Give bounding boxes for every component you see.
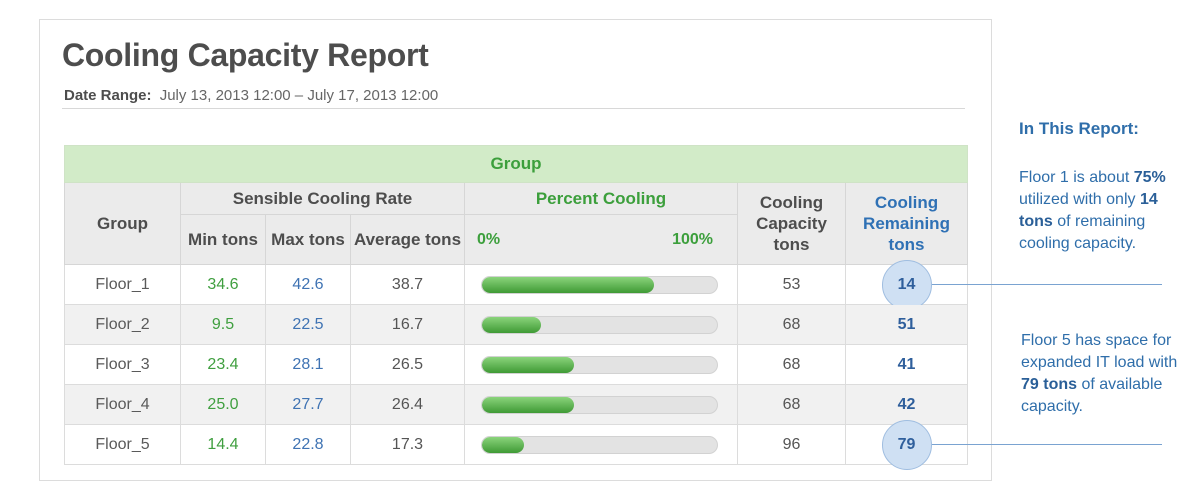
row-max-tons: 27.7 bbox=[265, 384, 351, 425]
row-max-tons: 28.1 bbox=[265, 344, 351, 385]
row-min-tons: 23.4 bbox=[180, 344, 266, 385]
row-cooling-capacity: 68 bbox=[737, 344, 846, 385]
row-max-tons: 42.6 bbox=[265, 264, 351, 305]
row-group: Floor_5 bbox=[64, 424, 181, 465]
percent-bar-track bbox=[481, 435, 718, 454]
row-min-tons: 14.4 bbox=[180, 424, 266, 465]
date-range-value: July 13, 2013 12:00 – July 17, 2013 12:0… bbox=[159, 87, 439, 104]
date-range: Date Range: July 13, 2013 12:00 – July 1… bbox=[64, 87, 438, 104]
callout-line-floor1 bbox=[932, 284, 1162, 285]
percent-bar-track bbox=[481, 315, 718, 334]
percent-bar-track bbox=[481, 355, 718, 374]
note1-text-a: Floor 1 is about bbox=[1019, 169, 1134, 186]
header-percent-cooling: Percent Cooling bbox=[464, 182, 738, 215]
row-cooling-capacity: 68 bbox=[737, 304, 846, 345]
row-percent-cooling bbox=[464, 264, 738, 305]
sidebar-note-floor5: Floor 5 has space for expanded IT load w… bbox=[1021, 330, 1186, 418]
row-cooling-remaining: 42 bbox=[845, 384, 968, 425]
percent-scale-min: 0% bbox=[477, 230, 501, 248]
remaining-value: 14 bbox=[897, 275, 916, 293]
row-group: Floor_1 bbox=[64, 264, 181, 305]
note2-text-a: Floor 5 has space for expanded IT load w… bbox=[1021, 332, 1178, 371]
percent-bar-fill bbox=[482, 396, 574, 413]
row-group: Floor_2 bbox=[64, 304, 181, 345]
date-range-label: Date Range: bbox=[64, 87, 152, 104]
note2-tons: 79 tons bbox=[1021, 376, 1078, 393]
table-row: Floor_2 9.5 22.5 16.7 68 51 bbox=[64, 304, 968, 345]
header-max-tons: Max tons bbox=[265, 214, 351, 265]
row-percent-cooling bbox=[464, 424, 738, 465]
remaining-value: 42 bbox=[897, 395, 916, 413]
note1-percent: 75% bbox=[1133, 169, 1166, 186]
table-row: Floor_1 34.6 42.6 38.7 53 14 bbox=[64, 259, 968, 310]
table-row: Floor_3 23.4 28.1 26.5 68 41 bbox=[64, 344, 968, 385]
percent-bar-track bbox=[481, 275, 718, 294]
header-min-tons: Min tons bbox=[180, 214, 266, 265]
row-percent-cooling bbox=[464, 304, 738, 345]
table-row: Floor_5 14.4 22.8 17.3 96 79 bbox=[64, 419, 968, 470]
row-average-tons: 16.7 bbox=[350, 304, 465, 345]
row-max-tons: 22.5 bbox=[265, 304, 351, 345]
row-cooling-remaining: 51 bbox=[845, 304, 968, 345]
header-group: Group bbox=[64, 182, 181, 265]
header-cooling-capacity: Cooling Capacity tons bbox=[737, 182, 846, 265]
row-average-tons: 26.4 bbox=[350, 384, 465, 425]
percent-bar-fill bbox=[482, 436, 525, 453]
callout-line-floor5 bbox=[932, 444, 1162, 445]
percent-bar-fill bbox=[482, 276, 654, 293]
remaining-value: 79 bbox=[897, 435, 916, 453]
percent-scale-max: 100% bbox=[672, 230, 713, 248]
percent-bar-fill bbox=[482, 356, 574, 373]
row-percent-cooling bbox=[464, 344, 738, 385]
remaining-value: 41 bbox=[897, 355, 916, 373]
cooling-table: Group Group Sensible Cooling Rate Percen… bbox=[64, 145, 968, 470]
header-percent-scale: 0% 100% bbox=[464, 214, 738, 265]
header-average-tons: Average tons bbox=[350, 214, 465, 265]
row-average-tons: 17.3 bbox=[350, 424, 465, 465]
table-row: Floor_4 25.0 27.7 26.4 68 42 bbox=[64, 384, 968, 425]
note1-text-c: utilized with only bbox=[1019, 191, 1140, 208]
report-title: Cooling Capacity Report bbox=[62, 37, 429, 73]
row-average-tons: 38.7 bbox=[350, 264, 465, 305]
header-cooling-remaining: Cooling Remaining tons bbox=[845, 182, 968, 265]
header-sensible-cooling-rate: Sensible Cooling Rate bbox=[180, 182, 465, 215]
row-min-tons: 34.6 bbox=[180, 264, 266, 305]
row-cooling-capacity: 68 bbox=[737, 384, 846, 425]
row-cooling-remaining: 41 bbox=[845, 344, 968, 385]
title-divider bbox=[62, 108, 965, 109]
sidebar-heading: In This Report: bbox=[1019, 119, 1139, 138]
sidebar-note-floor1: Floor 1 is about 75% utilized with only … bbox=[1019, 167, 1184, 255]
row-average-tons: 26.5 bbox=[350, 344, 465, 385]
row-min-tons: 9.5 bbox=[180, 304, 266, 345]
row-min-tons: 25.0 bbox=[180, 384, 266, 425]
group-banner: Group bbox=[64, 145, 968, 183]
percent-bar-fill bbox=[482, 316, 541, 333]
row-group: Floor_4 bbox=[64, 384, 181, 425]
row-cooling-capacity: 53 bbox=[737, 264, 846, 305]
percent-bar-track bbox=[481, 395, 718, 414]
row-group: Floor_3 bbox=[64, 344, 181, 385]
row-max-tons: 22.8 bbox=[265, 424, 351, 465]
row-percent-cooling bbox=[464, 384, 738, 425]
remaining-value: 51 bbox=[897, 315, 916, 333]
row-cooling-capacity: 96 bbox=[737, 424, 846, 465]
